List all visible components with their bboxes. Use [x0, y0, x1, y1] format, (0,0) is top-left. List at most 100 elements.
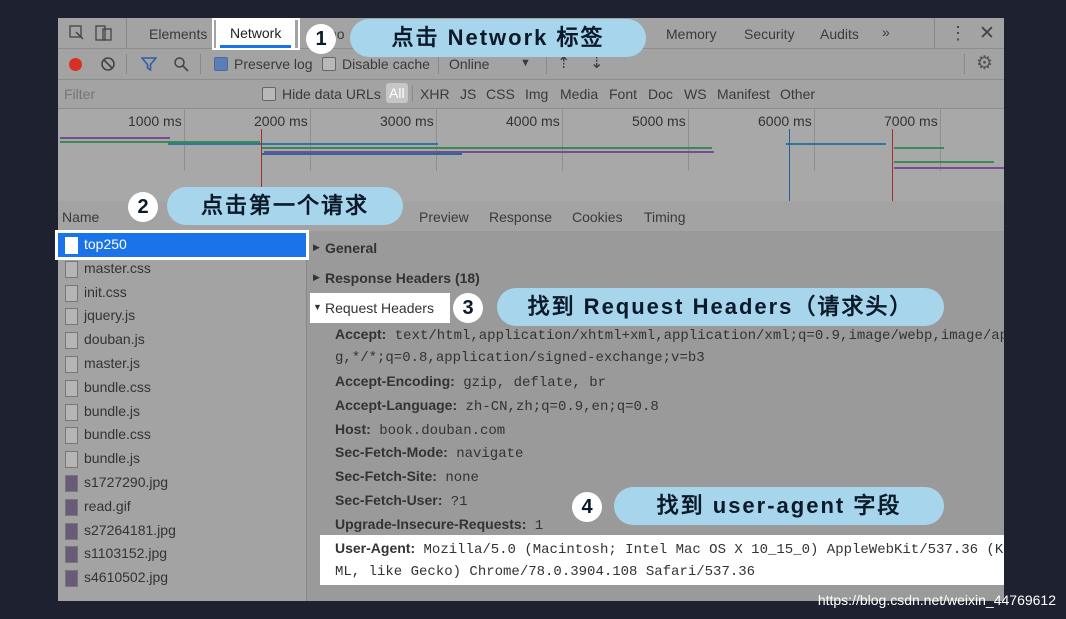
preserve-log-label: Preserve log	[234, 56, 313, 72]
filter-type-js[interactable]: JS	[460, 86, 476, 102]
header-accept-cont: g,*/*;q=0.8,application/signed-exchange;…	[335, 350, 705, 366]
name-column-header[interactable]: Name	[62, 209, 99, 225]
request-row[interactable]: douban.js	[58, 328, 306, 352]
record-icon[interactable]	[69, 58, 82, 71]
device-toggle-icon[interactable]	[95, 24, 113, 42]
preserve-log-checkbox[interactable]	[214, 57, 228, 71]
hide-data-urls-label: Hide data URLs	[282, 86, 381, 102]
filter-type-ws[interactable]: WS	[684, 86, 707, 102]
file-icon	[65, 237, 78, 254]
request-row[interactable]: s1727290.jpg	[58, 471, 306, 495]
filter-type-manifest[interactable]: Manifest	[717, 86, 770, 102]
header-host: Host: book.douban.com	[335, 421, 506, 439]
tab-preview[interactable]: Preview	[419, 209, 469, 225]
disable-cache-label: Disable cache	[342, 56, 430, 72]
inspect-icon[interactable]	[69, 25, 85, 41]
request-name: master.js	[84, 355, 141, 371]
request-name: init.css	[84, 283, 127, 300]
file-icon	[65, 308, 78, 326]
tab-network[interactable]: Network	[216, 18, 296, 48]
file-icon	[65, 427, 78, 445]
request-row[interactable]: bundle.js	[58, 400, 306, 424]
request-name: jquery.js	[84, 307, 136, 324]
filter-type-other[interactable]: Other	[780, 86, 815, 102]
response-headers-section-header[interactable]: Response Headers (18)	[325, 270, 480, 286]
filter-type-media[interactable]: Media	[560, 86, 598, 102]
file-icon	[65, 570, 78, 588]
timeline-tick: 5000 ms	[632, 113, 686, 129]
header-sec-fetch-site: Sec-Fetch-Site: none	[335, 468, 479, 486]
search-icon[interactable]	[173, 56, 189, 72]
request-row[interactable]: init.css	[58, 281, 306, 305]
request-row[interactable]: master.js	[58, 352, 306, 376]
request-name: bundle.css	[84, 378, 151, 395]
file-icon	[65, 522, 78, 540]
request-name: top250	[84, 236, 127, 252]
file-icon	[65, 498, 78, 516]
filter-input[interactable]	[62, 83, 246, 105]
file-icon	[65, 403, 78, 421]
file-icon	[65, 332, 78, 350]
tab-security[interactable]: Security	[744, 26, 795, 42]
dropdown-arrow-icon[interactable]: ▼	[520, 57, 531, 69]
file-icon	[65, 356, 78, 373]
headers-panel: ▶ General ▶ Response Headers (18) ▼ Requ…	[307, 231, 1004, 601]
filter-type-doc[interactable]: Doc	[648, 86, 673, 102]
timeline-tick: 7000 ms	[884, 113, 938, 129]
request-name: s1727290.jpg	[84, 474, 169, 490]
filter-type-css[interactable]: CSS	[486, 86, 515, 102]
filter-type-img[interactable]: Img	[525, 86, 548, 102]
tab-timing[interactable]: Timing	[644, 209, 686, 225]
timeline-tick: 2000 ms	[254, 113, 308, 129]
tab-response[interactable]: Response	[489, 209, 552, 225]
timeline-tick: 1000 ms	[128, 113, 182, 129]
tab-memory[interactable]: Memory	[666, 26, 717, 42]
timeline-tick: 6000 ms	[758, 113, 812, 129]
header-sec-fetch-mode: Sec-Fetch-Mode: navigate	[335, 444, 524, 462]
general-section-header[interactable]: General	[325, 240, 377, 256]
request-row[interactable]: bundle.js	[58, 447, 306, 471]
file-icon	[65, 475, 78, 492]
tab-elements[interactable]: Elements	[149, 26, 207, 42]
hide-data-urls-checkbox[interactable]	[262, 87, 276, 101]
watermark-url: https://blog.csdn.net/weixin_44769612	[817, 592, 1056, 608]
request-name: s4610502.jpg	[84, 569, 169, 586]
header-accept-language: Accept-Language: zh-CN,zh;q=0.9,en;q=0.8	[335, 397, 659, 415]
request-row[interactable]: top250	[58, 233, 306, 257]
file-icon	[65, 546, 78, 564]
kebab-menu-icon[interactable]: ⋮	[949, 23, 967, 44]
request-row[interactable]: s1103152.jpg	[58, 542, 306, 566]
tab-cookies[interactable]: Cookies	[572, 209, 623, 225]
callout-1: 点击 Network 标签	[350, 19, 646, 57]
request-row[interactable]: jquery.js	[58, 304, 306, 328]
callout-2: 点击第一个请求	[167, 187, 403, 225]
filter-type-xhr[interactable]: XHR	[420, 86, 450, 102]
file-icon	[65, 260, 78, 278]
request-row[interactable]: s27264181.jpg	[58, 519, 306, 543]
request-row[interactable]: master.css	[58, 257, 306, 281]
request-name: master.css	[84, 259, 151, 276]
filter-icon[interactable]	[141, 56, 157, 72]
request-headers-section-header[interactable]: Request Headers	[325, 300, 434, 316]
request-row[interactable]: read.gif	[58, 495, 306, 519]
close-icon[interactable]: ✕	[979, 22, 995, 45]
request-name: bundle.js	[84, 402, 141, 419]
tab-audits[interactable]: Audits	[820, 26, 859, 42]
clear-icon[interactable]	[100, 56, 116, 72]
settings-gear-icon[interactable]: ⚙	[976, 52, 993, 75]
filter-type-font[interactable]: Font	[609, 86, 637, 102]
filter-type-all[interactable]: All	[386, 83, 408, 103]
callout-number-1: 1	[306, 24, 336, 54]
request-row[interactable]: bundle.css	[58, 423, 306, 447]
request-name: s1103152.jpg	[84, 545, 168, 562]
disable-cache-checkbox[interactable]	[322, 57, 336, 71]
throttle-select[interactable]: Online	[449, 56, 489, 72]
request-row[interactable]: bundle.css	[58, 376, 306, 400]
request-row[interactable]: s4610502.jpg	[58, 566, 306, 590]
callout-number-4: 4	[572, 492, 602, 522]
callout-4: 找到 user-agent 字段	[614, 487, 944, 525]
request-name: douban.js	[84, 331, 145, 348]
more-tabs-button[interactable]: »	[882, 24, 890, 40]
request-list: top250 master.css init.css jquery.js douban.…	[58, 231, 307, 601]
request-name: bundle.js	[84, 450, 141, 467]
